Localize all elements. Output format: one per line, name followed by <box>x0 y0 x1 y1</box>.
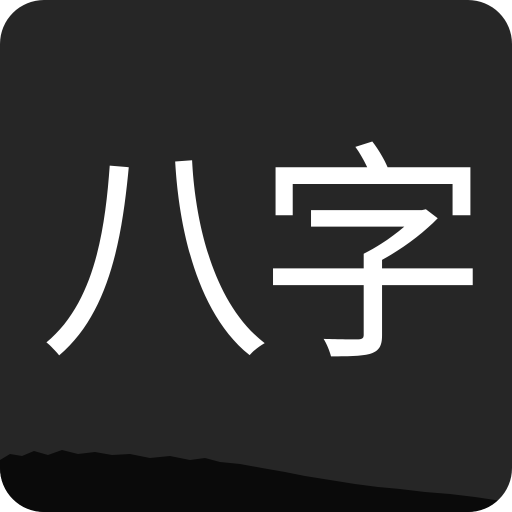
icon-title: 八字 <box>38 123 489 393</box>
app-icon[interactable]: 八字 <box>0 0 512 512</box>
mountain-silhouette <box>0 450 512 512</box>
